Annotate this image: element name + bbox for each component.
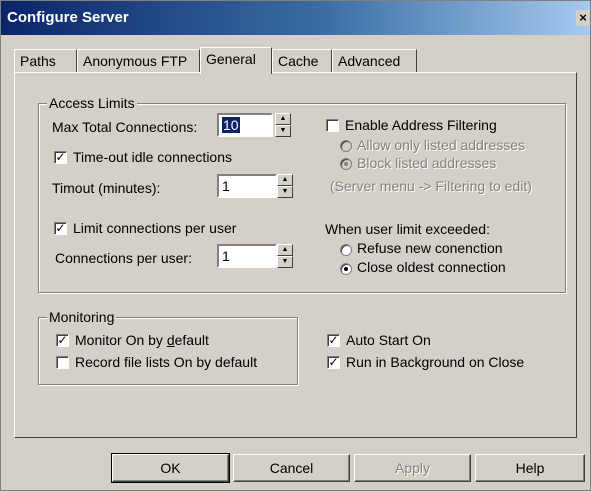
help-button-label: Help	[515, 460, 545, 476]
spin-up-icon[interactable]: ▲	[277, 174, 293, 186]
refuse-new-radio[interactable]	[340, 244, 352, 256]
general-tab-panel: Access Limits Max Total Connections: 10 …	[14, 72, 577, 438]
enable-address-filtering-label: Enable Address Filtering	[345, 117, 497, 133]
allow-listed-radio[interactable]	[340, 140, 352, 152]
close-icon[interactable]: ×	[576, 10, 590, 26]
block-listed-radio[interactable]	[340, 158, 352, 170]
block-listed-label: Block listed addresses	[357, 155, 497, 171]
configure-server-dialog: Configure Server × Paths Anonymous FTP G…	[0, 0, 591, 491]
cancel-button[interactable]: Cancel	[233, 454, 350, 482]
apply-button[interactable]: Apply	[354, 454, 471, 482]
connections-per-user-input[interactable]: 1	[217, 244, 277, 268]
tab-cache[interactable]: Cache	[272, 49, 332, 73]
window-title: Configure Server	[7, 9, 129, 26]
access-limits-title: Access Limits	[47, 95, 137, 111]
record-file-lists-checkbox[interactable]	[56, 356, 69, 369]
auto-start-label: Auto Start On	[346, 332, 431, 348]
max-total-connections-label: Max Total Connections:	[52, 119, 198, 135]
tab-anonymous-ftp-label: Anonymous FTP	[83, 53, 188, 69]
max-total-connections-value: 10	[222, 117, 240, 133]
timeout-minutes-spinner[interactable]: ▲ ▼	[277, 174, 293, 198]
filtering-hint: (Server menu -> Filtering to edit)	[330, 178, 532, 194]
limit-per-user-label: Limit connections per user	[73, 220, 237, 236]
tab-anonymous-ftp[interactable]: Anonymous FTP	[77, 49, 200, 73]
spin-down-icon[interactable]: ▼	[277, 186, 293, 198]
record-file-lists-label: Record file lists On by default	[75, 354, 258, 370]
timeout-minutes-input[interactable]: 1	[217, 174, 277, 198]
timeout-idle-checkbox[interactable]: ✓	[54, 151, 67, 164]
spin-up-icon[interactable]: ▲	[275, 113, 291, 125]
max-total-connections-spinner[interactable]: ▲ ▼	[275, 113, 291, 137]
monitor-on-label: Monitor On by default	[75, 332, 209, 348]
help-button[interactable]: Help	[475, 454, 585, 482]
enable-address-filtering-checkbox[interactable]	[326, 119, 339, 132]
title-bar: Configure Server ×	[1, 1, 590, 35]
close-oldest-radio[interactable]	[340, 263, 352, 275]
apply-button-label: Apply	[394, 460, 431, 476]
auto-start-checkbox[interactable]: ✓	[327, 334, 340, 347]
monitor-on-accelerator: d	[166, 332, 175, 348]
monitoring-group: Monitoring	[38, 309, 298, 385]
tab-paths[interactable]: Paths	[14, 49, 77, 73]
cancel-button-label: Cancel	[269, 460, 314, 476]
tab-advanced-label: Advanced	[338, 53, 401, 69]
spin-down-icon[interactable]: ▼	[275, 125, 291, 137]
monitor-on-label-suffix: efault	[174, 332, 209, 348]
run-background-label: Run in Background on Close	[346, 354, 525, 370]
max-total-connections-input[interactable]: 10	[217, 113, 273, 137]
ok-button-label: OK	[160, 460, 181, 476]
tab-cache-label: Cache	[278, 53, 319, 69]
tab-general[interactable]: General	[200, 47, 272, 74]
spin-up-icon[interactable]: ▲	[277, 244, 293, 256]
tab-advanced[interactable]: Advanced	[332, 49, 417, 73]
connections-per-user-label: Connections per user:	[55, 250, 192, 266]
monitor-on-checkbox[interactable]: ✓	[56, 334, 69, 347]
connections-per-user-value: 1	[222, 248, 230, 264]
monitoring-title: Monitoring	[47, 309, 117, 325]
tab-paths-label: Paths	[20, 53, 56, 69]
tab-general-label: General	[206, 51, 256, 67]
timeout-minutes-label: Timout (minutes):	[52, 180, 161, 196]
user-limit-exceeded-label: When user limit exceeded:	[325, 221, 490, 237]
close-oldest-label: Close oldest connection	[357, 259, 506, 275]
refuse-new-label: Refuse new conenction	[357, 240, 503, 256]
allow-listed-label: Allow only listed addresses	[357, 137, 526, 153]
timeout-idle-label: Time-out idle connections	[73, 149, 233, 165]
ok-button[interactable]: OK	[111, 453, 230, 483]
spin-down-icon[interactable]: ▼	[277, 256, 293, 268]
limit-per-user-checkbox[interactable]: ✓	[54, 222, 67, 235]
run-background-checkbox[interactable]: ✓	[327, 356, 340, 369]
timeout-minutes-value: 1	[222, 178, 230, 194]
connections-per-user-spinner[interactable]: ▲ ▼	[277, 244, 293, 268]
monitor-on-label-prefix: Monitor On by	[75, 332, 167, 348]
